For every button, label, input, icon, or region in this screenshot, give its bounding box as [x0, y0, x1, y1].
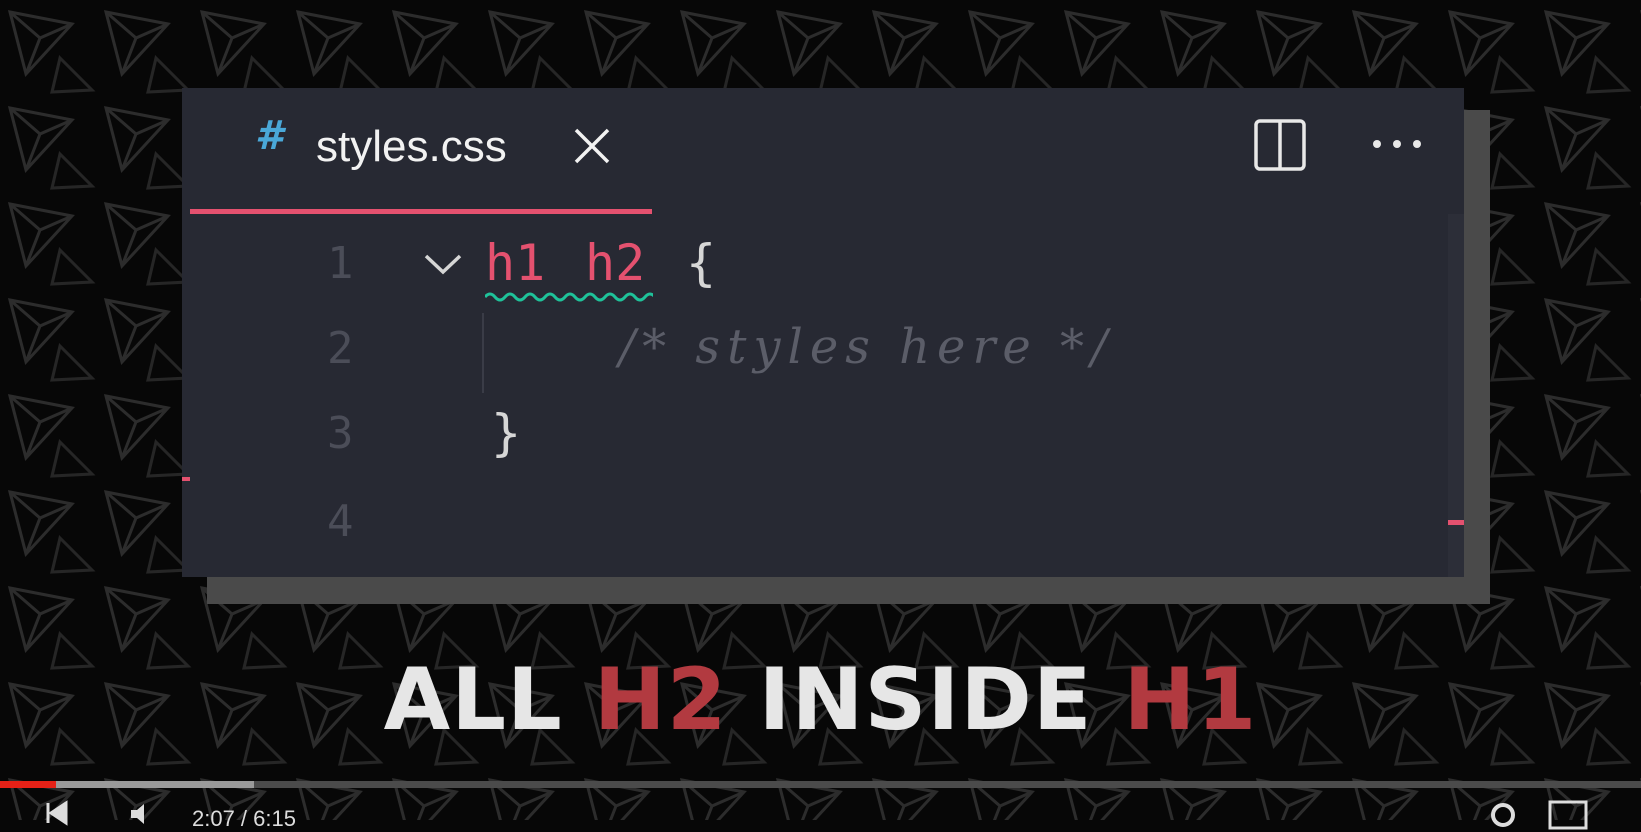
close-icon[interactable]	[570, 124, 614, 168]
code-line-3[interactable]: 3 }	[182, 398, 1442, 478]
indent-guide	[482, 313, 484, 393]
more-actions-icon[interactable]	[1371, 132, 1423, 156]
code-line-4[interactable]: 4	[182, 486, 1442, 566]
line-number: 3	[327, 408, 354, 459]
line-number: 4	[327, 496, 354, 547]
chevron-down-icon[interactable]	[420, 248, 466, 280]
time-display: 2:07 / 6:15	[192, 806, 296, 831]
volume-icon[interactable]	[128, 800, 156, 828]
css-file-icon: #	[255, 113, 283, 159]
caption-text: ALL	[383, 650, 594, 750]
split-editor-icon[interactable]	[1253, 118, 1307, 172]
video-caption: ALL H2 INSIDE H1	[0, 650, 1641, 750]
prev-icon[interactable]	[44, 800, 70, 826]
code-line-2[interactable]: 2 /* styles here */	[182, 313, 1442, 393]
settings-icon[interactable]	[1488, 800, 1518, 830]
overview-ruler-marker	[1448, 520, 1464, 525]
caption-text: INSIDE	[727, 650, 1124, 750]
code-editor: # styles.css 1 h1 h2 { 2 /* styles here …	[182, 88, 1464, 577]
video-progress-bar[interactable]	[0, 781, 1641, 788]
line-number: 2	[327, 323, 354, 374]
progress-played	[0, 781, 56, 788]
selector-h2: h2	[585, 234, 646, 292]
code-line-1[interactable]: 1 h1 h2 {	[182, 228, 1442, 308]
active-tab-indicator	[190, 209, 652, 214]
tab-styles-css[interactable]: # styles.css	[190, 88, 652, 214]
line-number: 1	[327, 238, 354, 289]
close-brace: }	[491, 404, 522, 462]
tab-label: styles.css	[316, 122, 507, 171]
open-brace: {	[686, 234, 717, 292]
selector-h1: h1	[485, 234, 546, 292]
warning-squiggle	[485, 292, 653, 302]
caption-accent-h1: H1	[1123, 650, 1258, 750]
miniplayer-icon[interactable]	[1548, 800, 1588, 830]
caption-accent-h2: H2	[593, 650, 728, 750]
player-controls: 2:07 / 6:15	[0, 788, 1641, 831]
code-comment: /* styles here */	[619, 319, 1115, 375]
